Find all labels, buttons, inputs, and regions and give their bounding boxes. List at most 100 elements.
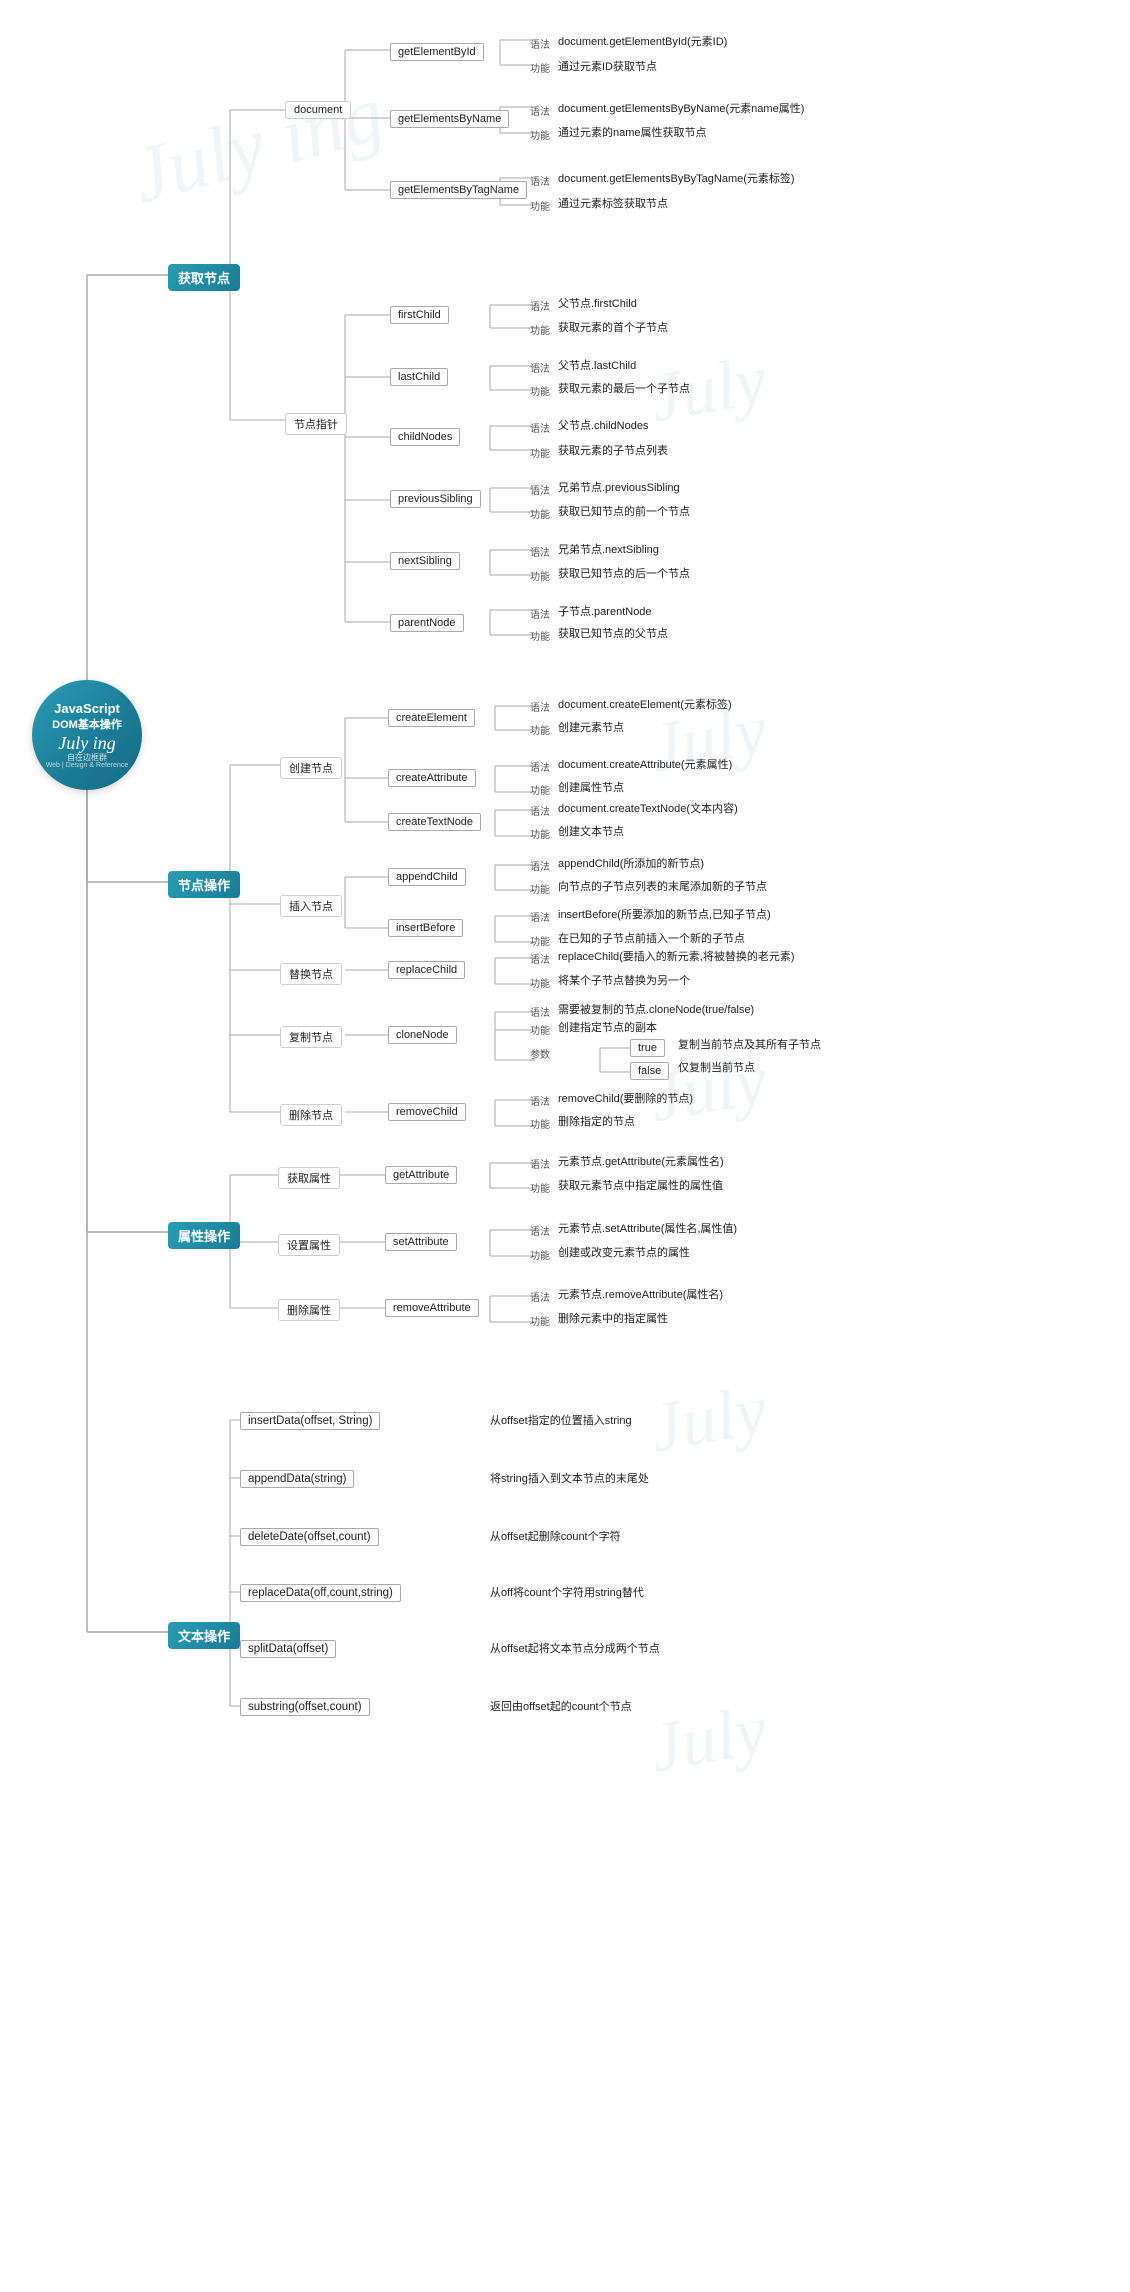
label-func-ga: 功能 [530, 1180, 550, 1195]
text-insertdata: 从offset指定的位置插入string [490, 1412, 632, 1428]
label-syntax-rmc: 语法 [530, 1093, 550, 1108]
text-replacechild-syntax: replaceChild(要插入的新元素,将被替换的老元素) [558, 948, 795, 964]
method-getelementsbyname: getElementsByName [390, 110, 509, 128]
method-appendchild: appendChild [388, 868, 466, 886]
label-syntax-pn: 语法 [530, 606, 550, 621]
method-createelement: createElement [388, 709, 475, 727]
text-childnodes-syntax: 父节点.childNodes [558, 417, 648, 433]
text-param-true: 复制当前节点及其所有子节点 [678, 1036, 821, 1052]
root-logo: July ing [58, 734, 115, 752]
text-parentnode-func: 获取已知节点的父节点 [558, 625, 668, 641]
category-get-node: 获取节点 [168, 264, 240, 291]
method-getelementsbytagname: getElementsByTagName [390, 181, 527, 199]
label-func-rma: 功能 [530, 1313, 550, 1328]
root-subtext: 自在边框群 [67, 753, 107, 763]
label-syntax-ib: 语法 [530, 909, 550, 924]
connector-lines [0, 0, 1130, 2292]
text-createattribute-func: 创建属性节点 [558, 779, 624, 795]
param-true: true [630, 1039, 665, 1057]
text-getattribute-func: 获取元素节点中指定属性的属性值 [558, 1177, 723, 1193]
label-func-fc: 功能 [530, 322, 550, 337]
text-previoussibling-syntax: 兄弟节点.previousSibling [558, 479, 680, 495]
category-text-ops: 文本操作 [168, 1622, 240, 1649]
text-getelementsbytagname-syntax: document.getElementsByByTagName(元素标签) [558, 170, 795, 186]
text-removechild-func: 删除指定的节点 [558, 1113, 635, 1129]
method-getelementbyid: getElementById [390, 43, 484, 61]
text-nextsibling-syntax: 兄弟节点.nextSibling [558, 541, 659, 557]
method-getattribute: getAttribute [385, 1166, 457, 1184]
label-func-ps: 功能 [530, 506, 550, 521]
label-syntax-1: 语法 [530, 36, 550, 51]
label-syntax-ce: 语法 [530, 699, 550, 714]
category-attr-ops: 属性操作 [168, 1222, 240, 1249]
label-func-ib: 功能 [530, 933, 550, 948]
label-syntax-clone: 语法 [530, 1004, 550, 1019]
label-syntax-ac: 语法 [530, 858, 550, 873]
node-create: 创建节点 [280, 757, 342, 779]
label-func-cn: 功能 [530, 445, 550, 460]
label-syntax-ps: 语法 [530, 482, 550, 497]
label-func-3: 功能 [530, 198, 550, 213]
text-removechild-syntax: removeChild(要删除的节点) [558, 1090, 693, 1106]
text-getelementsbyname-syntax: document.getElementsByByName(元素name属性) [558, 100, 804, 116]
label-syntax-fc: 语法 [530, 298, 550, 313]
label-func-pn: 功能 [530, 628, 550, 643]
watermark-1: July ing [123, 68, 393, 222]
method-lastchild: lastChild [390, 368, 448, 386]
watermark-6: July [644, 1690, 773, 1789]
label-func-rmc: 功能 [530, 1116, 550, 1131]
text-firstchild-syntax: 父节点.firstChild [558, 295, 637, 311]
node-insert: 插入节点 [280, 895, 342, 917]
text-setattribute-syntax: 元素节点.setAttribute(属性名,属性值) [558, 1220, 737, 1236]
label-func-lc: 功能 [530, 383, 550, 398]
text-createelement-syntax: document.createElement(元素标签) [558, 696, 732, 712]
node-pointer: 节点指针 [285, 413, 347, 435]
method-deletedate: deleteDate(offset,count) [240, 1528, 379, 1546]
text-lastchild-func: 获取元素的最后一个子节点 [558, 380, 690, 396]
node-delete: 删除节点 [280, 1104, 342, 1126]
text-childnodes-func: 获取元素的子节点列表 [558, 442, 668, 458]
label-syntax-ca: 语法 [530, 759, 550, 774]
method-appenddata: appendData(string) [240, 1470, 354, 1488]
method-insertdata: insertData(offset, String) [240, 1412, 380, 1430]
text-createelement-func: 创建元素节点 [558, 719, 624, 735]
text-insertbefore-syntax: insertBefore(所要添加的新节点,已知子节点) [558, 906, 771, 922]
label-func-sa: 功能 [530, 1247, 550, 1262]
label-syntax-lc: 语法 [530, 360, 550, 375]
text-insertbefore-func: 在已知的子节点前插入一个新的子节点 [558, 930, 745, 946]
method-childnodes: childNodes [390, 428, 460, 446]
page-container: July ing July July July July July [0, 0, 1130, 2292]
text-createtextnode-func: 创建文本节点 [558, 823, 624, 839]
method-setattribute: setAttribute [385, 1233, 457, 1251]
method-insertbefore: insertBefore [388, 919, 463, 937]
method-createtextnode: createTextNode [388, 813, 481, 831]
text-createattribute-syntax: document.createAttribute(元素属性) [558, 756, 732, 772]
label-syntax-ns: 语法 [530, 544, 550, 559]
label-func-ca: 功能 [530, 782, 550, 797]
param-false: false [630, 1062, 669, 1080]
text-getelementsbyname-func: 通过元素的name属性获取节点 [558, 124, 707, 140]
label-func-ctn: 功能 [530, 826, 550, 841]
method-previoussibling: previousSibling [390, 490, 481, 508]
text-deletedate: 从offset起删除count个字符 [490, 1528, 621, 1544]
label-func-ac: 功能 [530, 881, 550, 896]
text-substring: 返回由offset起的count个节点 [490, 1698, 632, 1714]
label-func-1: 功能 [530, 60, 550, 75]
root-title1: JavaScript [54, 701, 120, 718]
method-splitdata: splitData(offset) [240, 1640, 336, 1658]
node-set-attr: 设置属性 [278, 1234, 340, 1256]
text-getelementsbytagname-func: 通过元素标签获取节点 [558, 195, 668, 211]
label-func-clone: 功能 [530, 1022, 550, 1037]
text-appendchild-func: 向节点的子节点列表的末尾添加新的子节点 [558, 878, 767, 894]
label-syntax-sa: 语法 [530, 1223, 550, 1238]
text-replacedata: 从off将count个字符用string替代 [490, 1584, 644, 1600]
root-node: JavaScript DOM基本操作 July ing 自在边框群 Web | … [32, 680, 142, 790]
text-getelementbyid-syntax: document.getElementById(元素ID) [558, 33, 727, 49]
label-func-ce: 功能 [530, 722, 550, 737]
root-webline: Web | Design & Reference [46, 762, 129, 769]
node-clone: 复制节点 [280, 1026, 342, 1048]
method-createattribute: createAttribute [388, 769, 476, 787]
text-appendchild-syntax: appendChild(所添加的新节点) [558, 855, 704, 871]
text-replacechild-func: 将某个子节点替换为另一个 [558, 972, 690, 988]
label-param-clone: 参数 [530, 1046, 550, 1061]
